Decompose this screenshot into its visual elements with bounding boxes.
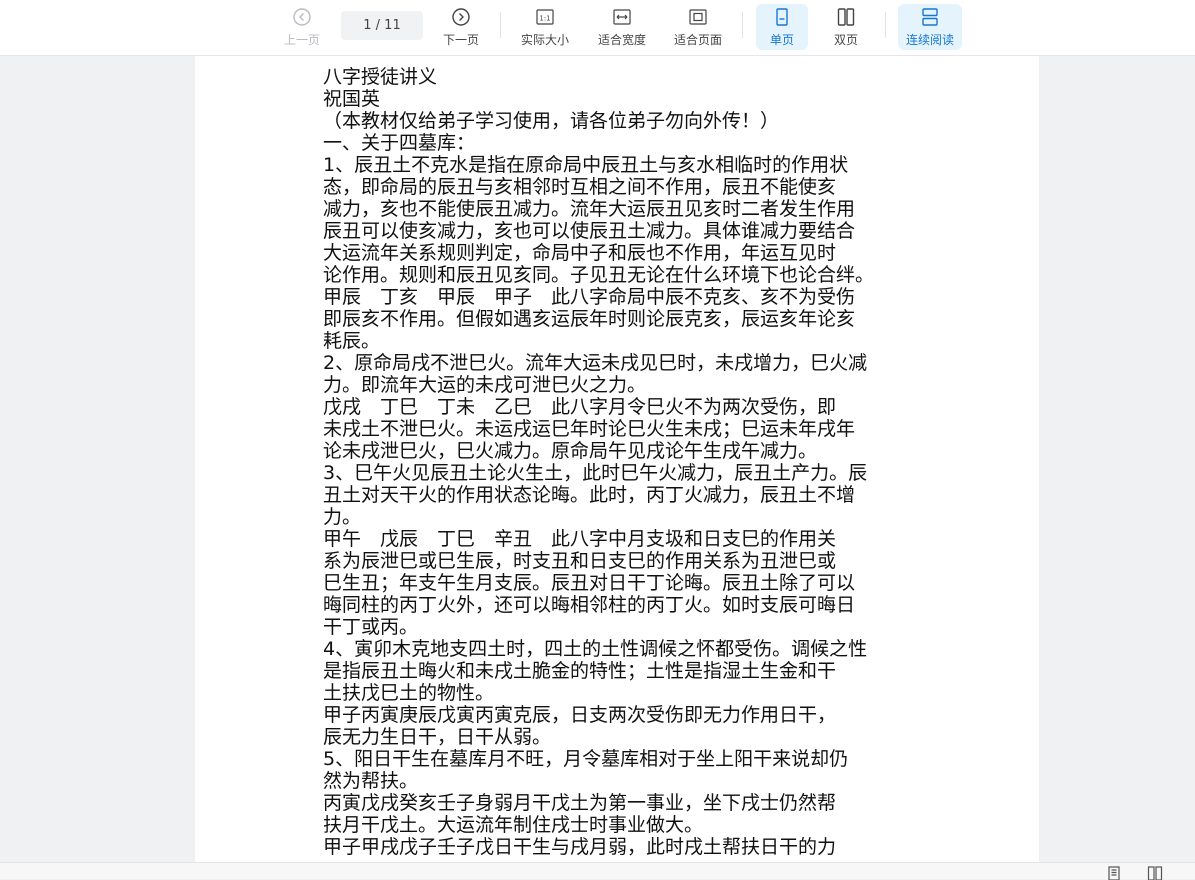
continuous-reading-label: 连续阅读 bbox=[905, 33, 954, 47]
toolbar-divider bbox=[885, 12, 886, 38]
single-page-icon bbox=[776, 8, 788, 26]
text-line: 扶月干戊土。大运流年制住戌士时事业做大。 bbox=[323, 814, 704, 836]
fit-width-label: 适合宽度 bbox=[597, 33, 646, 47]
single-page-view-icon[interactable] bbox=[1106, 866, 1122, 880]
fit-width-button[interactable]: 适合宽度 bbox=[591, 4, 653, 50]
double-page-icon bbox=[837, 8, 855, 26]
text-line: 论作用。规则和辰丑见亥同。子见丑无论在什么环境下也论合绊。 bbox=[323, 264, 875, 286]
chevron-right-circle-icon bbox=[452, 8, 470, 26]
prev-page-label: 上一页 bbox=[283, 33, 320, 47]
text-line: 然为帮扶。 bbox=[323, 770, 419, 792]
actual-size-icon: 1:1 bbox=[536, 9, 554, 25]
text-line: 祝国英 bbox=[323, 88, 381, 110]
toolbar-divider bbox=[500, 12, 501, 38]
double-page-label: 双页 bbox=[833, 33, 858, 47]
status-bar bbox=[0, 862, 1195, 880]
single-page-button[interactable]: 单页 bbox=[756, 4, 808, 50]
text-line: 一、关于四墓库： bbox=[323, 132, 476, 154]
fit-page-icon bbox=[689, 9, 707, 25]
text-line: 丙寅戊戌癸亥壬子身弱月干戊土为第一事业，坐下戌士仍然帮 bbox=[323, 792, 837, 814]
text-line: 大运流年关系规则判定，命局中子和辰也不作用，年运互见时 bbox=[323, 242, 837, 264]
text-line: 力。 bbox=[323, 506, 362, 528]
svg-text:1:1: 1:1 bbox=[539, 15, 550, 23]
double-page-button[interactable]: 双页 bbox=[820, 4, 872, 50]
text-line: 甲子甲戌戊子壬子戊日干生与戌月弱，此时戌土帮扶日干的力 bbox=[323, 836, 837, 858]
text-line: 5、阳日干生在墓库月不旺，月令墓库相对于坐上阳干来说却仍 bbox=[323, 748, 849, 770]
single-page-label: 单页 bbox=[769, 33, 794, 47]
chevron-left-circle-icon bbox=[293, 8, 311, 26]
document-page: 八字授徒讲义 祝国英 （本教材仅给弟子学习使用，请各位弟子勿向外传！） 一、关于四墓库… bbox=[195, 56, 1039, 862]
toolbar-divider bbox=[742, 12, 743, 38]
next-page-button[interactable]: 下一页 bbox=[435, 4, 487, 50]
text-line: 巳生丑；年支午生月支辰。辰丑对日干丁论晦。辰丑土除了可以 bbox=[323, 572, 856, 594]
text-line: 甲子丙寅庚辰戊寅丙寅克辰，日支两次受伤即无力作用日干， bbox=[323, 704, 837, 726]
double-page-view-icon[interactable] bbox=[1147, 866, 1163, 880]
text-line: 甲辰 丁亥 甲辰 甲子 此八字命局中辰不克亥、亥不为受伤 bbox=[323, 286, 856, 308]
text-line: 系为辰泄巳或巳生辰，时支丑和日支巳的作用关系为丑泄巳或 bbox=[323, 550, 837, 572]
text-line: 是指辰丑土晦火和未戌土脆金的特性；土性是指湿土生金和干 bbox=[323, 660, 837, 682]
actual-size-button[interactable]: 1:1 实际大小 bbox=[514, 4, 576, 50]
fit-page-button[interactable]: 适合页面 bbox=[667, 4, 729, 50]
text-line: 态，即命局的辰丑与亥相邻时互相之间不作用，辰丑不能使亥 bbox=[323, 176, 837, 198]
text-line: 论未戌泄巳火，巳火减力。原命局午见戌论午生戌午减力。 bbox=[323, 440, 818, 462]
text-line: 辰无力生日干，日干从弱。 bbox=[323, 726, 552, 748]
text-line: 晦同柱的丙丁火外，还可以晦相邻柱的丙丁火。如时支辰可晦日 bbox=[323, 594, 856, 616]
text-line: 减力，亥也不能使辰丑减力。流年大运辰丑见亥时二者发生作用 bbox=[323, 198, 856, 220]
text-line: 丑土对天干火的作用状态论晦。此时，丙丁火减力，辰丑土不增 bbox=[323, 484, 856, 506]
text-line: 甲午 戊辰 丁巳 辛丑 此八字中月支圾和日支巳的作用关 bbox=[323, 528, 837, 550]
text-line: 土扶戊巳土的物性。 bbox=[323, 682, 495, 704]
text-line: 耗辰。 bbox=[323, 330, 381, 352]
text-line: 辰丑可以使亥减力，亥也可以使辰丑土减力。具体谁减力要结合 bbox=[323, 220, 856, 242]
prev-page-button[interactable]: 上一页 bbox=[276, 4, 328, 50]
text-line: 即辰亥不作用。但假如遇亥运辰年时则论辰克亥，辰运亥年论亥 bbox=[323, 308, 856, 330]
text-line: 3、巳午火见辰丑土论火生土，此时巳午火减力，辰丑土产力。辰 bbox=[323, 462, 868, 484]
text-line: （本教材仅给弟子学习使用，请各位弟子勿向外传！） bbox=[323, 110, 780, 132]
text-line: 1、辰丑土不克水是指在原命局中辰丑土与亥水相临时的作用状 bbox=[323, 154, 849, 176]
fit-page-label: 适合页面 bbox=[673, 33, 722, 47]
text-line: 4、寅卯木克地支四土时，四土的土性调候之怀都受伤。调候之性 bbox=[323, 638, 868, 660]
text-line: 2、原命局戌不泄巳火。流年大运未戌见巳时，未戌增力，巳火减 bbox=[323, 352, 868, 374]
continuous-reading-icon bbox=[922, 8, 938, 26]
fit-width-icon bbox=[613, 9, 631, 25]
continuous-reading-button[interactable]: 连续阅读 bbox=[898, 4, 962, 50]
actual-size-label: 实际大小 bbox=[520, 33, 569, 47]
text-line: 力。即流年大运的未戌可泄巳火之力。 bbox=[323, 374, 647, 396]
document-text: 八字授徒讲义 祝国英 （本教材仅给弟子学习使用，请各位弟子勿向外传！） 一、关于四墓库… bbox=[323, 66, 923, 858]
text-line: 八字授徒讲义 bbox=[323, 66, 438, 88]
text-line: 戊戌 丁巳 丁未 乙巳 此八字月令巳火不为两次受伤，即 bbox=[323, 396, 837, 418]
page-number-input[interactable]: 1 / 11 bbox=[341, 11, 423, 40]
next-page-label: 下一页 bbox=[442, 33, 479, 47]
text-line: 未戌土不泄巳火。未运戌运巳年时论巳火生未戌；巳运未年戌年 bbox=[323, 418, 856, 440]
text-line: 干丁或丙。 bbox=[323, 616, 419, 638]
viewer-toolbar: 上一页 1 / 11 下一页 1:1 实际大小 适合宽度 适合页面 单页 双页 … bbox=[0, 0, 1195, 56]
